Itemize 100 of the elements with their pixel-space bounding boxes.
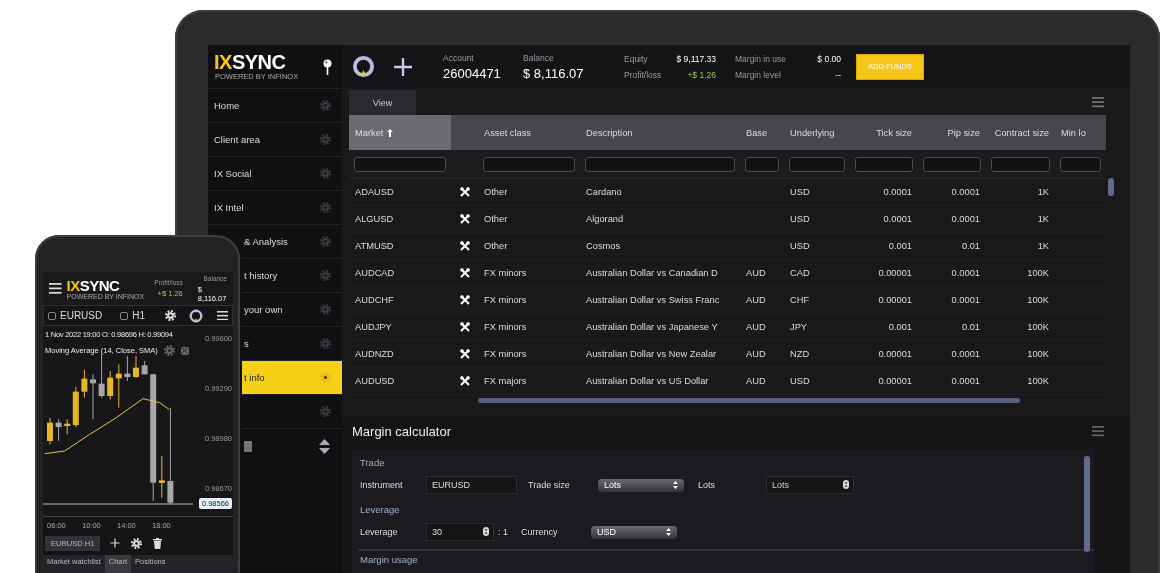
ring-icon[interactable] [352, 55, 375, 78]
tools-icon[interactable] [459, 241, 470, 251]
column-header[interactable]: Asset class [478, 115, 580, 150]
table-cell: AUDUSD [355, 376, 395, 386]
pin-icon[interactable] [323, 58, 332, 75]
ring-icon[interactable] [189, 308, 203, 323]
spinner-icon[interactable] [483, 527, 489, 536]
sort-arrows-icon[interactable] [319, 438, 330, 454]
plus-icon[interactable] [110, 538, 121, 548]
tab[interactable]: View [349, 90, 416, 115]
field-label: Leverage [360, 527, 399, 537]
table-cell: 0.0001 [951, 268, 980, 278]
table-cell: USD [790, 187, 810, 197]
leverage-field[interactable]: 30 [426, 523, 494, 541]
table-cell: Cardano [586, 187, 622, 197]
table-cell: AUD [746, 376, 766, 386]
table-cell: 0.0001 [951, 349, 980, 359]
filter-field[interactable] [789, 156, 845, 172]
table-cell: FX minors [484, 295, 527, 305]
vertical-scrollbar[interactable] [1108, 178, 1114, 196]
close-icon[interactable] [180, 346, 189, 355]
table-cell: 1K [1037, 214, 1049, 224]
table-cell: 0.00001 [878, 349, 912, 359]
table-cell: AUD [746, 295, 766, 305]
column-header[interactable]: Base [740, 115, 784, 150]
column-header[interactable]: Contract size [986, 115, 1055, 150]
checkbox[interactable] [120, 311, 129, 320]
currency-select[interactable]: USD [591, 525, 677, 539]
sidebar-label: s [244, 338, 249, 349]
sidebar-label: your own [244, 304, 283, 315]
filter-field[interactable] [354, 156, 446, 172]
field-label: Currency [521, 527, 559, 537]
table-cell: 0.00001 [878, 376, 912, 386]
table-cell: FX minors [484, 268, 527, 278]
column-header[interactable]: Pip size [918, 115, 986, 150]
table-cell: 0.0001 [883, 214, 912, 224]
filter-field[interactable] [923, 156, 981, 172]
candlestick [47, 417, 53, 445]
filter-field[interactable] [585, 156, 735, 172]
plus-icon[interactable] [393, 56, 413, 77]
table-cell: Australian Dollar vs Canadian D [586, 268, 718, 278]
tools-icon[interactable] [459, 295, 470, 305]
instrument-field[interactable]: EURUSD [426, 476, 517, 494]
table-cell: 100K [1027, 268, 1049, 278]
table-cell: Australian Dollar vs Japanese Y [586, 322, 718, 332]
updown-icon [673, 481, 678, 489]
table-cell: AUDCAD [355, 268, 395, 278]
column-header[interactable]: Underlying [784, 115, 850, 150]
trash-icon[interactable] [153, 537, 163, 549]
menu-icon[interactable] [49, 282, 62, 295]
tools-icon[interactable] [459, 187, 470, 197]
tools-icon[interactable] [459, 349, 470, 359]
table-cell: Cosmos [586, 241, 621, 251]
vertical-scrollbar[interactable] [1084, 456, 1090, 552]
filter-field[interactable] [991, 156, 1050, 172]
checkbox[interactable] [48, 311, 56, 320]
spinner-icon[interactable] [843, 480, 849, 489]
tools-icon[interactable] [459, 268, 470, 278]
table-cell: ATMUSD [355, 241, 394, 251]
sidebar-item[interactable]: t info [242, 361, 342, 395]
logo: IXSYNC [66, 277, 121, 293]
sidebar-label: IX Social [214, 168, 252, 179]
table-cell: USD [790, 214, 810, 224]
table-cell: 1K [1037, 187, 1049, 197]
column-header[interactable]: Description [580, 115, 740, 150]
filter-field[interactable] [1060, 156, 1101, 172]
table-cell: AUDCHF [355, 295, 394, 305]
table-cell: Other [484, 187, 508, 197]
table-cell: Other [484, 214, 508, 224]
section-heading: Leverage [360, 504, 401, 515]
symbol-label: EURUSD [60, 310, 103, 321]
trade-size-select[interactable]: Lots [598, 478, 684, 492]
tools-icon[interactable] [459, 214, 470, 224]
document-icon[interactable] [244, 440, 252, 452]
account-number: 26004471 [443, 65, 502, 81]
horizontal-scrollbar[interactable] [478, 398, 1020, 403]
table-cell: 1K [1037, 241, 1049, 251]
table-cell: Other [484, 241, 508, 251]
sidebar-label: Home [214, 100, 240, 111]
candlestick [81, 369, 88, 399]
table-cell: Australian Dollar vs New Zealar [586, 349, 717, 359]
filter-field[interactable] [745, 156, 779, 172]
table-cell: AUD [746, 322, 766, 332]
sidebar-label: & Analysis [244, 236, 288, 247]
filter-field[interactable] [483, 156, 575, 172]
lots-field[interactable]: Lots [766, 476, 854, 494]
tools-icon[interactable] [459, 322, 470, 332]
filter-field[interactable] [855, 156, 913, 172]
gear-icon[interactable] [319, 371, 332, 384]
column-header[interactable]: Min lo [1055, 115, 1106, 150]
table-cell: 0.01 [961, 322, 980, 332]
tools-icon[interactable] [459, 376, 470, 386]
table-cell: 0.0001 [951, 187, 980, 197]
table-cell: 0.00001 [878, 268, 912, 278]
profit-loss-label: Profit/loss [624, 69, 663, 80]
table-cell: AUDNZD [355, 349, 394, 359]
column-header[interactable]: Tick size [850, 115, 918, 150]
menu-icon[interactable] [217, 310, 228, 321]
column-header[interactable]: Market [349, 115, 451, 150]
table-cell: FX minors [484, 322, 527, 332]
